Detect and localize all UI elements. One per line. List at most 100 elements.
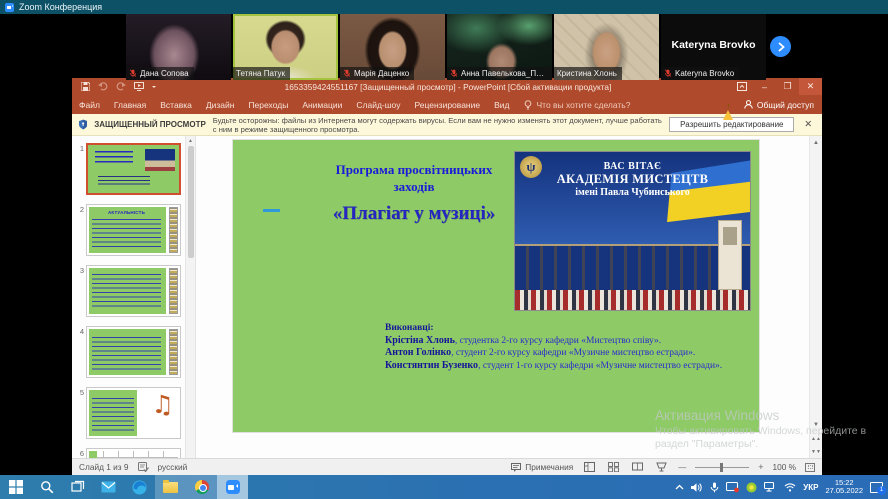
zoom-window-titlebar: Zoom Конференция: [0, 0, 888, 14]
notes-toggle[interactable]: Примечания: [511, 462, 573, 472]
thumbnail-slide-6[interactable]: 6: [76, 448, 181, 458]
academy-caption: АКАДЕМІЯ МИСТЕЦТВ: [515, 172, 750, 187]
thumbnail-number: 4: [76, 326, 86, 378]
start-slideshow-icon[interactable]: [134, 82, 144, 91]
slide-1[interactable]: Програма просвітницьких заходів «Плагіат…: [232, 139, 760, 433]
minimize-button[interactable]: –: [753, 78, 776, 95]
windows-logo-icon: [9, 480, 23, 494]
clock-date: 27.05.2022: [825, 487, 863, 496]
warning-icon[interactable]: !: [723, 100, 734, 110]
language-indicator[interactable]: русский: [158, 462, 188, 472]
tab-animations[interactable]: Анимации: [295, 95, 349, 114]
close-button[interactable]: ✕: [799, 78, 822, 95]
tab-home[interactable]: Главная: [107, 95, 153, 114]
slide-title-line: Програма просвітницьких: [285, 161, 543, 178]
scroll-up-icon[interactable]: ▲: [186, 136, 195, 146]
participant-video[interactable]: Тетяна Патук: [233, 14, 338, 80]
tab-insert[interactable]: Вставка: [153, 95, 199, 114]
tab-transitions[interactable]: Переходы: [241, 95, 295, 114]
previous-slide-button[interactable]: ▲▲: [810, 432, 822, 445]
reading-view-button[interactable]: [630, 461, 645, 474]
search-button[interactable]: [31, 475, 62, 499]
screen-share-tray-button[interactable]: [726, 482, 739, 493]
undo-icon[interactable]: [98, 82, 108, 91]
restore-button[interactable]: ❐: [776, 78, 799, 95]
chevron-up-icon: [675, 484, 684, 490]
thumbnail-slide-1[interactable]: 1: [76, 143, 181, 195]
chrome-browser-button[interactable]: [186, 475, 217, 499]
powerpoint-window: 1653359424551167 [Защищенный просмотр] -…: [72, 78, 822, 475]
participant-name: Анна Павелькова_Пол...: [461, 69, 547, 78]
zoom-out-button[interactable]: —: [678, 463, 686, 472]
participant-video[interactable]: Кристина Хлонь: [554, 14, 659, 80]
zoom-slider[interactable]: [695, 467, 749, 468]
task-view-button[interactable]: [62, 475, 93, 499]
tab-view[interactable]: Вид: [487, 95, 516, 114]
share-button[interactable]: Общий доступ: [744, 100, 814, 110]
slide-scrollbar[interactable]: ▲ ▼ ▲▲ ▼▼: [809, 136, 822, 458]
zoom-slider-thumb[interactable]: [720, 463, 723, 472]
bell-tower: [718, 220, 742, 290]
save-icon[interactable]: [81, 82, 90, 91]
volume-button[interactable]: [691, 482, 703, 493]
powerpoint-status-bar: Слайд 1 из 9 русский Примечания — + 100 …: [72, 458, 822, 475]
banner-close-button[interactable]: ✕: [801, 119, 815, 130]
thumbnail-slide-4[interactable]: 4: [76, 326, 181, 378]
performers-block: Виконавці: Крістіна Хлонь, студентка 2-г…: [385, 322, 757, 372]
language-switcher[interactable]: УКР: [803, 483, 818, 492]
slideshow-view-button[interactable]: [654, 461, 669, 474]
file-explorer-button[interactable]: [155, 475, 186, 499]
zoom-in-button[interactable]: +: [758, 462, 763, 472]
next-slide-button[interactable]: ▼▼: [810, 445, 822, 458]
wifi-tray-button[interactable]: [784, 482, 796, 492]
redo-icon[interactable]: [116, 82, 126, 91]
tell-me-label: Что вы хотите сделать?: [536, 100, 630, 110]
ornament-strip: [169, 207, 178, 253]
tab-slideshow[interactable]: Слайд-шоу: [349, 95, 407, 114]
thumbnail-slide-5[interactable]: 5 ♫: [76, 387, 181, 439]
notification-center-button[interactable]: 1: [870, 482, 883, 493]
zoom-level[interactable]: 100 %: [772, 462, 796, 472]
powerpoint-workspace: 1 2 АКТУАЛЬНІСТЬ 3 4 5 ♫: [72, 136, 822, 458]
spellcheck-icon[interactable]: [138, 462, 149, 472]
customize-qat-icon[interactable]: [152, 86, 156, 90]
close-icon: ✕: [804, 119, 812, 130]
slide-sorter-view-button[interactable]: [606, 461, 621, 474]
participant-video[interactable]: Kateryna Brovko Kateryna Brovko: [661, 14, 766, 80]
scrollbar-thumb[interactable]: [188, 146, 194, 258]
tray-expand-button[interactable]: [675, 484, 684, 490]
protected-view-label: ЗАЩИЩЕННЫЙ ПРОСМОТР: [94, 120, 206, 129]
next-participants-button[interactable]: [770, 36, 791, 57]
slide-counter[interactable]: Слайд 1 из 9: [79, 462, 129, 472]
scroll-up-button[interactable]: ▲: [810, 136, 822, 150]
thumbnail-slide-2[interactable]: 2 АКТУАЛЬНІСТЬ: [76, 204, 181, 256]
antivirus-tray-button[interactable]: [746, 482, 757, 493]
thumbnail-scrollbar[interactable]: ▲: [185, 136, 195, 458]
fit-slide-button[interactable]: [805, 463, 815, 472]
zoom-app-button[interactable]: [217, 475, 248, 499]
thumbnail-slide-3[interactable]: 3: [76, 265, 181, 317]
ribbon-display-options-button[interactable]: [730, 78, 753, 95]
tab-review[interactable]: Рецензирование: [407, 95, 487, 114]
network-tray-button[interactable]: [764, 482, 777, 492]
participant-video[interactable]: Дана Сопова: [126, 14, 231, 80]
edge-browser-button[interactable]: [124, 475, 155, 499]
ornament-strip: [169, 329, 178, 375]
participant-video-strip: Дана Сопова Тетяна Патук Марія Даценко А…: [126, 14, 766, 80]
start-button[interactable]: [0, 475, 31, 499]
microphone-tray-button[interactable]: [710, 482, 719, 493]
notification-badge: 1: [877, 486, 886, 495]
performers-heading: Виконавці:: [385, 322, 757, 335]
participant-video[interactable]: Марія Даценко: [340, 14, 445, 80]
taskbar-clock[interactable]: 15:22 27.05.2022: [825, 479, 863, 496]
participant-video[interactable]: Анна Павелькова_Пол...: [447, 14, 552, 80]
slide-main-title: «Плагіат у музиці»: [285, 203, 543, 225]
scroll-down-button[interactable]: ▼: [810, 418, 822, 432]
mail-app-button[interactable]: [93, 475, 124, 499]
normal-view-button[interactable]: [582, 461, 597, 474]
tell-me-box[interactable]: Что вы хотите сделать?: [524, 100, 630, 110]
tab-file[interactable]: Файл: [72, 95, 107, 114]
thumbnail-number: 6: [76, 448, 86, 458]
mic-muted-icon: [450, 69, 458, 78]
tab-design[interactable]: Дизайн: [199, 95, 242, 114]
